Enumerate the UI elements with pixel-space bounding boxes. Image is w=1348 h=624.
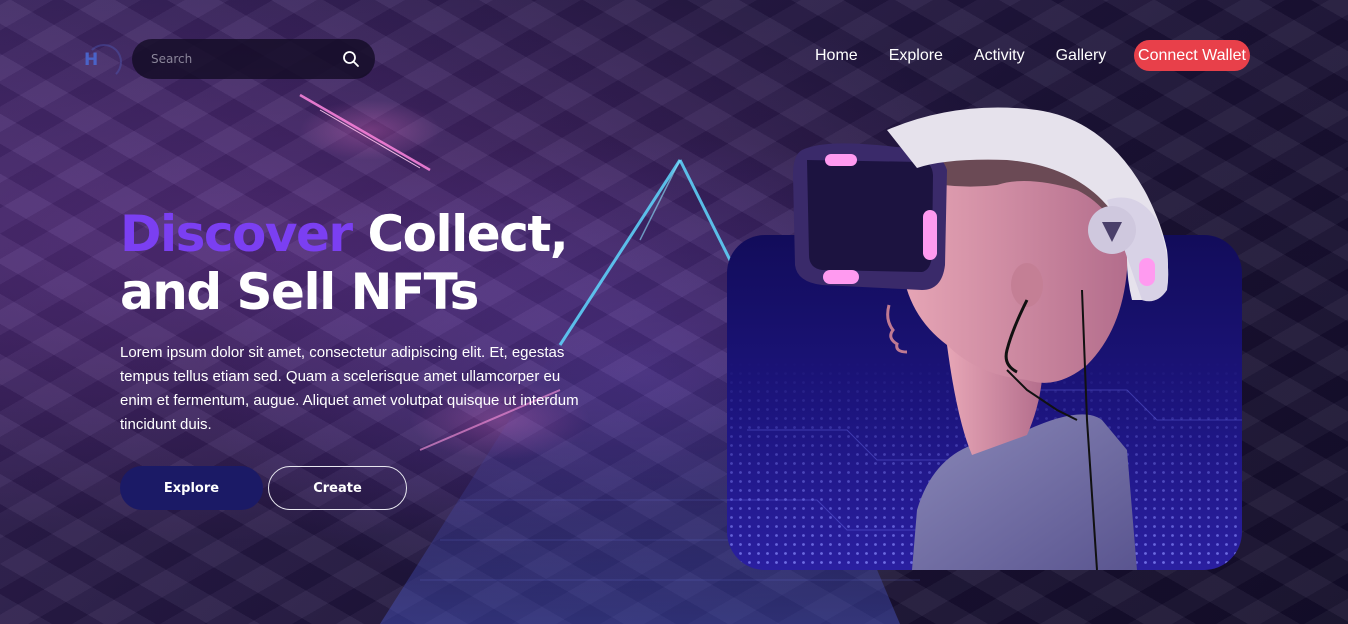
logo-icon[interactable]: H [78,40,122,80]
hero-title-line2: and Sell NFTs [120,263,479,321]
logo-ring [86,44,122,80]
hero-title-rest: Collect, [351,205,568,263]
hero-description: Lorem ipsum dolor sit amet, consectetur … [120,344,579,433]
nav-activity[interactable]: Activity [974,47,1025,65]
nav-explore[interactable]: Explore [889,47,943,65]
explore-button[interactable]: Explore [120,466,263,510]
search-input[interactable] [151,52,331,66]
hero-title: Discover Collect, and Sell NFTs [120,205,600,321]
connect-wallet-button[interactable]: Connect Wallet [1134,40,1250,71]
vr-headset-boy-image [727,107,1242,570]
search-icon[interactable] [342,50,360,68]
site-header: H Home Explore Activity Gallery Connect … [0,0,1348,110]
nav-gallery[interactable]: Gallery [1056,47,1107,65]
hero-section: Discover Collect, and Sell NFTs Lorem ip… [120,205,600,437]
nav-home[interactable]: Home [815,47,858,65]
search-bar [132,39,375,79]
hero-buttons: Explore Create [120,466,407,510]
main-nav: Home Explore Activity Gallery [815,40,1137,72]
hero-title-accent: Discover [120,205,353,263]
create-button[interactable]: Create [268,466,407,510]
